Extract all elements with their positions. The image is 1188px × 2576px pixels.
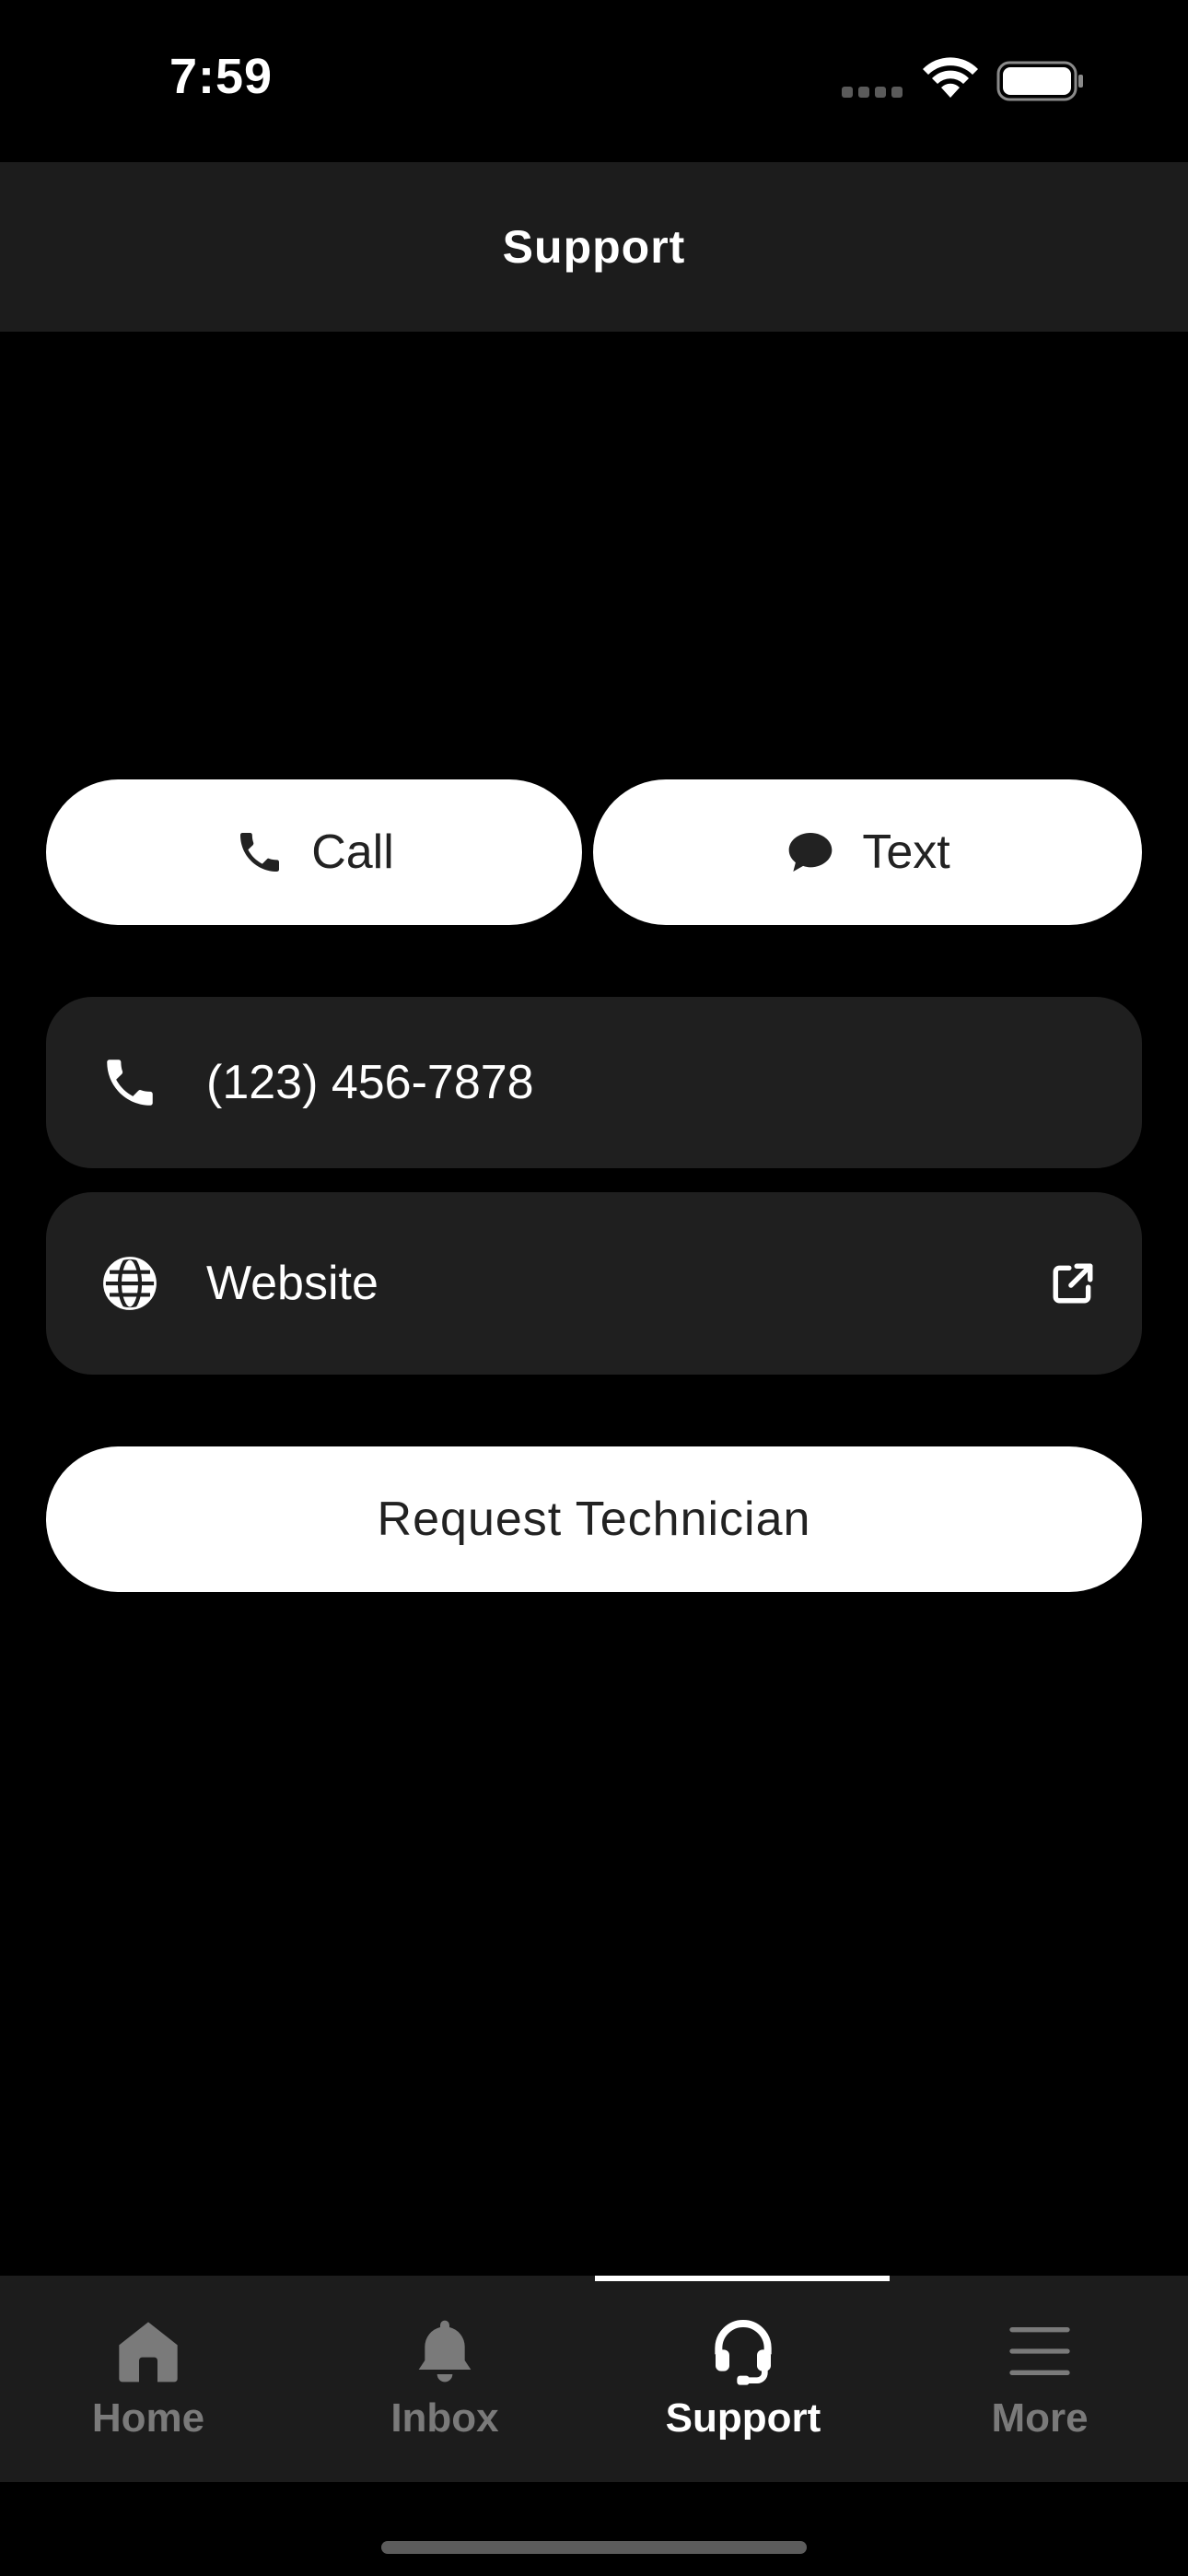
- battery-icon: [996, 61, 1085, 101]
- phone-icon: [234, 826, 285, 878]
- call-label: Call: [311, 825, 394, 879]
- tab-bar: Home Inbox Support More: [0, 2276, 1188, 2482]
- bell-icon: [408, 2314, 482, 2388]
- text-label: Text: [862, 825, 950, 879]
- external-link-icon: [1050, 1260, 1096, 1306]
- cellular-signal-icon: [842, 87, 904, 98]
- tab-more-label: More: [991, 2395, 1089, 2441]
- tab-more[interactable]: More: [891, 2276, 1188, 2482]
- call-button[interactable]: Call: [46, 779, 582, 925]
- chat-bubble-icon: [785, 826, 836, 878]
- tab-inbox[interactable]: Inbox: [297, 2276, 593, 2482]
- request-technician-button[interactable]: Request Technician: [46, 1446, 1142, 1592]
- text-button[interactable]: Text: [593, 779, 1142, 925]
- tab-home-label: Home: [91, 2395, 205, 2441]
- status-bar: 7:59: [0, 0, 1188, 162]
- tab-inbox-label: Inbox: [390, 2395, 499, 2441]
- home-indicator: [381, 2541, 807, 2554]
- headset-icon: [706, 2314, 780, 2388]
- menu-icon: [1003, 2314, 1077, 2388]
- phone-number-row[interactable]: (123) 456-7878: [46, 997, 1142, 1168]
- status-time: 7:59: [169, 49, 274, 104]
- phone-number: (123) 456-7878: [206, 1056, 534, 1109]
- website-label: Website: [206, 1257, 379, 1310]
- website-row[interactable]: Website: [46, 1192, 1142, 1375]
- wifi-icon: [921, 57, 980, 101]
- tab-support[interactable]: Support: [595, 2276, 891, 2482]
- tab-home[interactable]: Home: [0, 2276, 297, 2482]
- phone-icon: [99, 1052, 160, 1113]
- navigation-header: Support: [0, 162, 1188, 332]
- page-title: Support: [502, 221, 686, 273]
- globe-icon: [99, 1253, 160, 1314]
- home-icon: [111, 2314, 185, 2388]
- tab-support-label: Support: [665, 2395, 821, 2441]
